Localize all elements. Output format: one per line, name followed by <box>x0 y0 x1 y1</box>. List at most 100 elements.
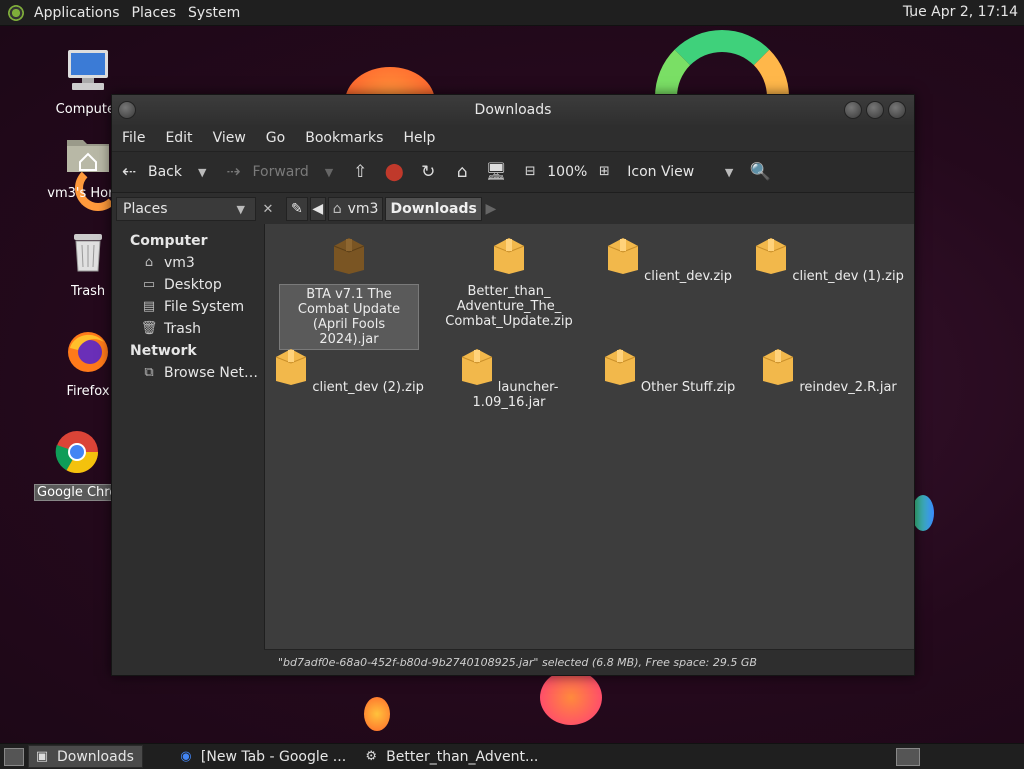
distro-logo-icon[interactable] <box>8 4 24 21</box>
stop-icon: ⬤ <box>384 162 404 182</box>
drive-icon: ▤ <box>142 299 156 314</box>
chevron-left-icon: ◀ <box>312 201 324 217</box>
sidebar-item-label: Browse Net… <box>164 365 259 381</box>
chrome-icon: ◉ <box>180 748 192 764</box>
bottom-panel: ▣ Downloads ◉ [New Tab - Google ... ⚙ Be… <box>0 743 1024 769</box>
menu-help[interactable]: Help <box>393 130 445 146</box>
sidebar-item-vm3[interactable]: ⌂ vm3 <box>112 252 264 274</box>
chevron-right-icon: ▶ <box>485 201 497 217</box>
menubar: File Edit View Go Bookmarks Help <box>112 125 914 151</box>
sidebar-item-trash[interactable]: 🗑 Trash <box>112 318 264 340</box>
places-menu[interactable]: Places <box>126 5 183 21</box>
file-name: Better_than_ Adventure_The_ Combat_Updat… <box>445 284 573 329</box>
system-menu[interactable]: System <box>182 5 246 21</box>
file-item[interactable]: Other Stuff.zip <box>589 347 749 395</box>
maximize-button[interactable] <box>866 101 884 119</box>
trash-icon <box>74 234 102 272</box>
sidebar-heading-network: Network <box>130 343 197 359</box>
crumb-home[interactable]: ⌂ vm3 <box>327 197 384 221</box>
zoom-in-button[interactable]: ⊞ <box>587 156 621 188</box>
applications-menu[interactable]: Applications <box>28 5 126 21</box>
package-icon <box>493 238 525 274</box>
taskbar-item-downloads[interactable]: ▣ Downloads <box>28 745 143 768</box>
taskbar-item-archive[interactable]: ⚙ Better_than_Advent... <box>358 746 546 767</box>
location-bar: Places ▼ ✕ ✎ ◀ ⌂ vm3 Downloads ▶ <box>112 193 914 225</box>
file-item[interactable]: Better_than_ Adventure_The_ Combat_Updat… <box>429 236 589 329</box>
zoom-out-button[interactable]: ⊟ <box>513 156 547 188</box>
breadcrumb: ✎ ◀ ⌂ vm3 Downloads ▶ <box>286 197 498 221</box>
file-item[interactable]: launcher-1.09_16.jar <box>429 347 589 410</box>
close-sidebar-icon[interactable]: ✕ <box>258 202 278 217</box>
file-view[interactable]: BTA v7.1 The Combat Update (April Fools … <box>265 224 914 675</box>
menu-bookmarks[interactable]: Bookmarks <box>295 130 393 146</box>
sidebar-item-desktop[interactable]: ▭ Desktop <box>112 274 264 296</box>
file-name: client_dev (1).zip <box>792 269 904 284</box>
home-button[interactable]: ⌂ <box>445 156 479 188</box>
file-item[interactable]: client_dev.zip <box>589 236 749 284</box>
sidebar-heading-computer: Computer <box>130 233 208 249</box>
crumb-downloads[interactable]: Downloads <box>385 197 482 221</box>
stop-button[interactable]: ⬤ <box>377 156 411 188</box>
file-manager-window: Downloads File Edit View Go Bookmarks He… <box>111 94 915 676</box>
task-label: Better_than_Advent... <box>386 748 539 765</box>
firefox-icon <box>68 332 108 372</box>
edit-icon: ✎ <box>291 201 303 217</box>
show-desktop-icon[interactable] <box>4 747 24 766</box>
menu-file[interactable]: File <box>112 130 155 146</box>
view-mode-label: Icon View <box>627 164 695 180</box>
places-label: Places <box>123 201 168 217</box>
package-icon <box>604 349 635 385</box>
close-button[interactable] <box>888 101 906 119</box>
chevron-down-icon[interactable]: ▼ <box>194 166 210 179</box>
menu-go[interactable]: Go <box>256 130 295 146</box>
up-arrow-icon: ⇧ <box>353 162 368 182</box>
forward-label: Forward <box>252 164 309 180</box>
file-item[interactable]: BTA v7.1 The Combat Update (April Fools … <box>269 236 429 350</box>
package-icon <box>333 238 365 274</box>
network-icon: ⧉ <box>144 365 154 380</box>
back-button[interactable]: ⇠ Back ▼ <box>112 156 216 188</box>
clock[interactable]: Tue Apr 2, 17:14 <box>903 4 1018 20</box>
sidebar: Computer ⌂ vm3 ▭ Desktop ▤ File System 🗑… <box>112 224 265 675</box>
view-mode-select[interactable]: Icon View ▼ <box>621 156 743 188</box>
reload-button[interactable]: ↻ <box>411 156 445 188</box>
zoom-level: 100% <box>547 164 588 180</box>
chevron-down-icon: ▼ <box>236 202 245 216</box>
computer-button[interactable]: 🖥 <box>479 156 513 188</box>
side-pane-select[interactable]: Places ▼ <box>116 197 256 221</box>
search-button[interactable]: 🔍 <box>743 156 777 188</box>
crumb-right-button[interactable]: ▶ <box>484 198 498 220</box>
edit-location-button[interactable]: ✎ <box>286 197 308 221</box>
computer-icon: 🖥 <box>485 162 508 182</box>
sidebar-item-file-system[interactable]: ▤ File System <box>112 296 264 318</box>
sidebar-item-browse-network[interactable]: ⧉ Browse Net… <box>112 362 264 384</box>
package-icon <box>461 349 492 385</box>
window-titlebar[interactable]: Downloads <box>112 95 914 125</box>
sidebar-item-label: Trash <box>164 321 201 337</box>
package-icon <box>763 349 794 385</box>
reload-icon: ↻ <box>421 162 436 182</box>
minimize-button[interactable] <box>844 101 862 119</box>
forward-button[interactable]: ⇢ Forward ▼ <box>216 156 343 188</box>
menu-view[interactable]: View <box>203 130 256 146</box>
decor-blob <box>912 495 934 531</box>
package-icon <box>275 349 307 385</box>
file-item[interactable]: client_dev (2).zip <box>269 347 429 395</box>
chevron-down-icon[interactable]: ▼ <box>321 166 337 179</box>
crumb-left-button[interactable]: ◀ <box>309 197 326 221</box>
workspace-switcher-icon[interactable] <box>896 748 920 766</box>
file-item[interactable]: client_dev (1).zip <box>749 236 909 284</box>
decor-blob <box>540 670 602 725</box>
crumb-label: vm3 <box>347 201 379 217</box>
desktop-icon-chrome[interactable]: Google Chrome <box>34 428 126 505</box>
window-menu-button[interactable] <box>118 101 136 119</box>
archive-icon: ⚙ <box>365 748 377 764</box>
taskbar-item-chrome[interactable]: ◉ [New Tab - Google ... <box>173 746 354 767</box>
search-icon: 🔍 <box>749 162 771 182</box>
menu-edit[interactable]: Edit <box>155 130 202 146</box>
file-item[interactable]: reindev_2.R.jar <box>749 347 909 395</box>
home-folder-icon: ⌂ <box>456 162 468 182</box>
up-button[interactable]: ⇧ <box>343 156 377 188</box>
file-name: client_dev.zip <box>644 269 733 284</box>
back-label: Back <box>148 164 182 180</box>
